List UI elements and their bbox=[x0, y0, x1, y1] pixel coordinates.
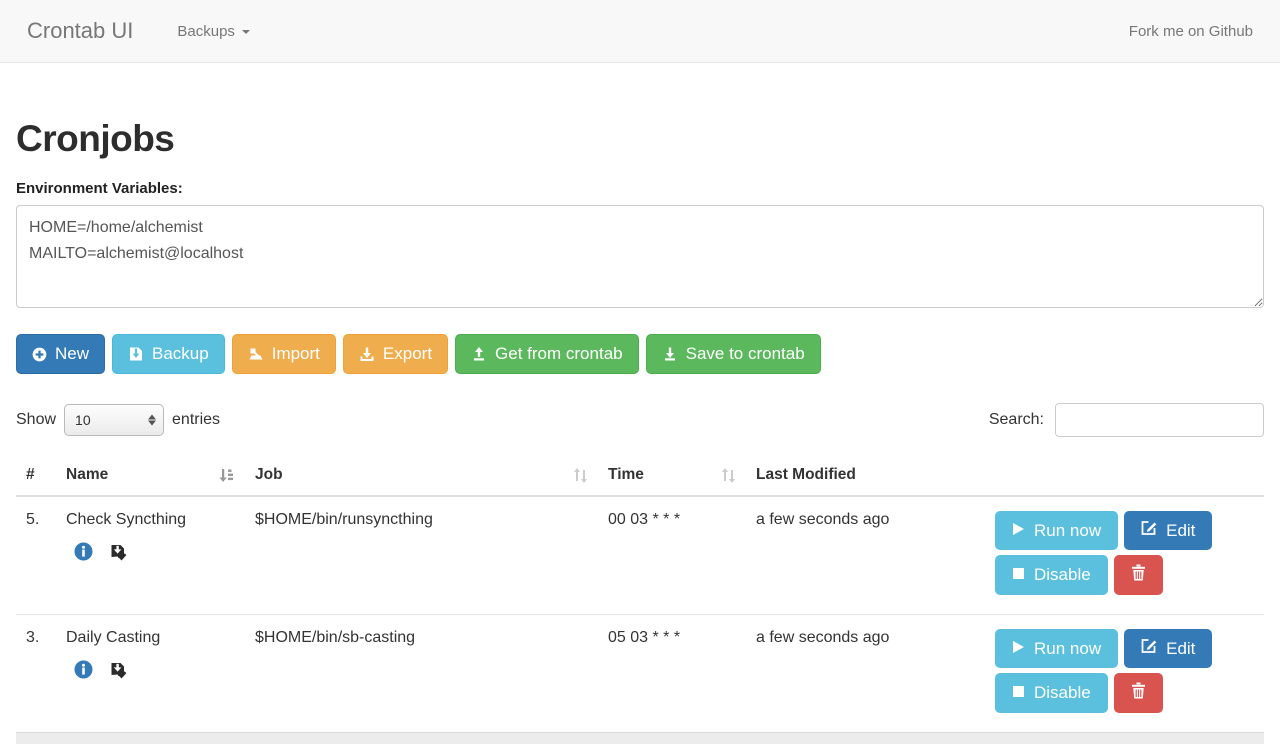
job-name: Daily Casting bbox=[66, 629, 235, 647]
job-last-modified: a few seconds ago bbox=[746, 615, 995, 733]
row-index: 5. bbox=[16, 496, 56, 615]
backup-saved-icon[interactable] bbox=[109, 543, 127, 566]
table-row: 3. Daily Casting $HOME/bin/sb-casting 05… bbox=[16, 615, 1264, 733]
backup-button-label: Backup bbox=[152, 344, 209, 364]
export-button-label: Export bbox=[383, 344, 432, 364]
navbar: Crontab UI Backups Fork me on Github bbox=[0, 0, 1280, 63]
backups-menu[interactable]: Backups bbox=[177, 23, 250, 40]
page-title: Cronjobs bbox=[16, 118, 1264, 160]
run-now-button[interactable]: Run now bbox=[995, 511, 1118, 550]
backups-menu-label: Backups bbox=[177, 23, 235, 40]
fork-github-link[interactable]: Fork me on Github bbox=[1129, 23, 1253, 40]
row-index: 3. bbox=[16, 615, 56, 733]
toolbar: New Backup Import Export Get from cronta bbox=[16, 334, 1264, 374]
job-time: 00 03 * * * bbox=[598, 496, 746, 615]
stop-icon bbox=[1012, 565, 1025, 585]
edit-button[interactable]: Edit bbox=[1124, 511, 1212, 550]
download-icon bbox=[359, 346, 375, 362]
plus-circle-icon bbox=[32, 347, 47, 362]
play-icon bbox=[1012, 639, 1025, 659]
edit-button[interactable]: Edit bbox=[1124, 629, 1212, 668]
upload-icon bbox=[471, 346, 487, 362]
job-command: $HOME/bin/runsyncthing bbox=[245, 496, 598, 615]
chevron-down-icon bbox=[242, 30, 250, 34]
floppy-open-icon bbox=[248, 346, 264, 362]
backup-button[interactable]: Backup bbox=[112, 334, 225, 374]
job-time: 05 03 * * * bbox=[598, 615, 746, 733]
run-now-button[interactable]: Run now bbox=[995, 629, 1118, 668]
header-name[interactable]: Name bbox=[56, 454, 245, 496]
job-command: $HOME/bin/sb-casting bbox=[245, 615, 598, 733]
info-icon[interactable] bbox=[74, 542, 93, 566]
entries-label: entries bbox=[172, 411, 220, 429]
table-header-row: # Name Job bbox=[16, 454, 1264, 496]
edit-icon bbox=[1141, 638, 1157, 659]
stop-icon bbox=[1012, 683, 1025, 703]
header-job[interactable]: Job bbox=[245, 454, 598, 496]
job-last-modified: a few seconds ago bbox=[746, 496, 995, 615]
get-from-crontab-label: Get from crontab bbox=[495, 344, 623, 364]
disable-button[interactable]: Disable bbox=[995, 673, 1108, 713]
edit-icon bbox=[1141, 520, 1157, 541]
sort-desc-icon bbox=[218, 467, 235, 484]
disable-button[interactable]: Disable bbox=[995, 555, 1108, 595]
sort-both-icon bbox=[573, 467, 588, 484]
play-icon bbox=[1012, 521, 1025, 541]
env-variables-input[interactable]: HOME=/home/alchemist MAILTO=alchemist@lo… bbox=[16, 205, 1264, 308]
floppy-save-icon bbox=[128, 346, 144, 362]
search-label: Search: bbox=[989, 411, 1044, 429]
header-time[interactable]: Time bbox=[598, 454, 746, 496]
trash-icon bbox=[1131, 564, 1146, 586]
page-size-select[interactable]: 10 bbox=[64, 404, 164, 436]
get-from-crontab-button[interactable]: Get from crontab bbox=[455, 334, 639, 374]
cronjobs-table: # Name Job bbox=[16, 454, 1264, 732]
save-to-crontab-label: Save to crontab bbox=[686, 344, 805, 364]
sort-both-icon bbox=[721, 467, 736, 484]
env-variables-label: Environment Variables: bbox=[16, 180, 1264, 197]
new-button-label: New bbox=[55, 344, 89, 364]
export-button[interactable]: Export bbox=[343, 334, 448, 374]
trash-icon bbox=[1131, 682, 1146, 704]
save-to-crontab-button[interactable]: Save to crontab bbox=[646, 334, 821, 374]
delete-button[interactable] bbox=[1114, 555, 1163, 595]
table-controls: Show 10 entries Search: bbox=[16, 403, 1264, 437]
import-button-label: Import bbox=[272, 344, 320, 364]
import-button[interactable]: Import bbox=[232, 334, 336, 374]
table-row: 5. Check Syncthing $HOME/bin/runsyncthin… bbox=[16, 496, 1264, 615]
new-button[interactable]: New bbox=[16, 334, 105, 374]
delete-button[interactable] bbox=[1114, 673, 1163, 713]
backup-saved-icon[interactable] bbox=[109, 661, 127, 684]
app-brand[interactable]: Crontab UI bbox=[27, 18, 133, 44]
job-name: Check Syncthing bbox=[66, 511, 235, 529]
show-label: Show bbox=[16, 411, 56, 429]
header-index: # bbox=[16, 454, 56, 496]
next-row-partial bbox=[16, 732, 1264, 744]
info-icon[interactable] bbox=[74, 660, 93, 684]
header-last-modified[interactable]: Last Modified bbox=[746, 454, 995, 496]
header-actions bbox=[995, 454, 1264, 496]
download-line-icon bbox=[662, 346, 678, 362]
search-input[interactable] bbox=[1055, 403, 1264, 437]
